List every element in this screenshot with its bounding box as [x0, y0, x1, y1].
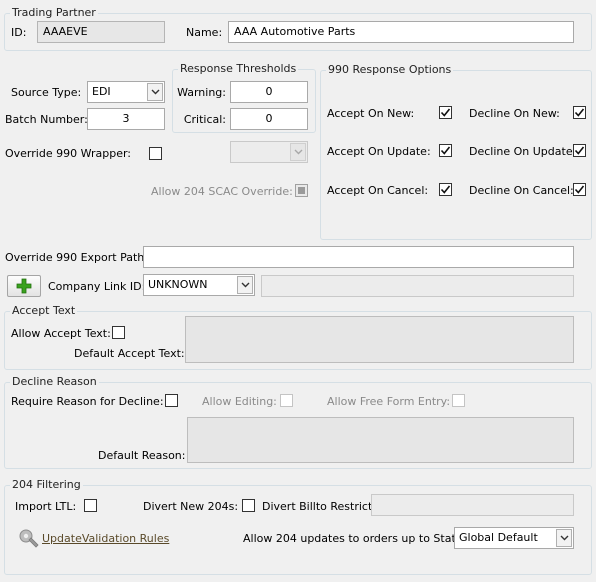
allow-updates-select[interactable]: Global Default — [454, 527, 574, 549]
require-reason-label: Require Reason for Decline: — [11, 395, 164, 408]
divert-billto-label: Divert Billto Restrict: — [262, 500, 376, 513]
decline-on-new-label: Decline On New: — [469, 107, 560, 120]
decline-reason-legend: Decline Reason — [10, 375, 99, 388]
name-label: Name: — [186, 26, 223, 39]
decline-on-update-label: Decline On Update: — [469, 145, 577, 158]
allow-accept-text-checkbox[interactable] — [112, 326, 125, 339]
import-ltl-label: Import LTL: — [15, 500, 77, 513]
company-link-detail-field — [261, 275, 574, 297]
critical-field[interactable]: 0 — [230, 108, 308, 130]
default-reason-area[interactable] — [187, 417, 574, 463]
source-type-label: Source Type: — [11, 86, 82, 99]
trading-partner-legend: Trading Partner — [10, 6, 98, 19]
allow-updates-value: Global Default — [459, 531, 538, 544]
decline-on-update-checkbox[interactable] — [573, 144, 586, 157]
batch-number-label: Batch Number: — [5, 113, 88, 126]
allow-free-form-checkbox[interactable] — [452, 394, 465, 407]
id-label: ID: — [11, 26, 27, 39]
accept-on-cancel-checkbox[interactable] — [439, 183, 452, 196]
plus-icon — [16, 278, 32, 294]
override-export-path-field[interactable] — [143, 246, 574, 268]
default-accept-text-label: Default Accept Text: — [74, 347, 185, 360]
company-link-label: Company Link ID: — [48, 280, 146, 293]
wrapper-select[interactable] — [230, 141, 308, 163]
divert-new-label: Divert New 204s: — [143, 500, 239, 513]
accept-on-new-checkbox[interactable] — [439, 106, 452, 119]
chevron-down-icon[interactable] — [290, 143, 306, 161]
id-field[interactable]: AAAEVE — [37, 21, 165, 43]
allow-editing-checkbox[interactable] — [280, 394, 293, 407]
accept-on-cancel-label: Accept On Cancel: — [327, 184, 429, 197]
allow-scac-checkbox[interactable] — [295, 184, 308, 197]
decline-on-new-checkbox[interactable] — [573, 106, 586, 119]
response-options-legend: 990 Response Options — [326, 63, 454, 76]
batch-number-field[interactable]: 3 — [87, 108, 165, 130]
source-type-select[interactable]: EDI — [87, 81, 165, 103]
allow-accept-text-label: Allow Accept Text: — [11, 327, 111, 340]
divert-billto-field[interactable] — [371, 494, 574, 516]
warning-label: Warning: — [177, 86, 226, 99]
chevron-down-icon[interactable] — [147, 83, 163, 101]
wrench-icon — [17, 527, 39, 552]
allow-updates-label: Allow 204 updates to orders up to Status… — [243, 532, 473, 545]
warning-field[interactable]: 0 — [230, 81, 308, 103]
response-thresholds-legend: Response Thresholds — [178, 62, 299, 75]
chevron-down-icon[interactable] — [556, 529, 572, 547]
accept-text-legend: Accept Text — [10, 304, 78, 317]
add-button[interactable] — [7, 275, 41, 297]
decline-on-cancel-label: Decline On Cancel: — [469, 184, 574, 197]
default-accept-text-area[interactable] — [185, 316, 574, 363]
allow-free-form-label: Allow Free Form Entry: — [327, 395, 451, 408]
company-link-select[interactable]: UNKNOWN — [143, 274, 255, 296]
override-wrapper-checkbox[interactable] — [149, 147, 162, 160]
accept-on-new-label: Accept On New: — [327, 107, 415, 120]
filtering-legend: 204 Filtering — [10, 478, 83, 491]
source-type-value: EDI — [92, 85, 111, 98]
accept-on-update-checkbox[interactable] — [439, 144, 452, 157]
name-field[interactable]: AAA Automotive Parts — [228, 21, 574, 43]
import-ltl-checkbox[interactable] — [84, 499, 97, 512]
allow-editing-label: Allow Editing: — [202, 395, 277, 408]
company-link-value: UNKNOWN — [148, 278, 208, 291]
accept-on-update-label: Accept On Update: — [327, 145, 431, 158]
override-export-path-label: Override 990 Export Path: — [5, 251, 148, 264]
critical-label: Critical: — [183, 113, 226, 126]
decline-on-cancel-checkbox[interactable] — [573, 183, 586, 196]
require-reason-checkbox[interactable] — [165, 394, 178, 407]
override-wrapper-label: Override 990 Wrapper: — [5, 147, 131, 160]
update-validation-rules-link[interactable]: UpdateValidation Rules — [42, 532, 169, 545]
divert-new-checkbox[interactable] — [242, 499, 255, 512]
chevron-down-icon[interactable] — [237, 276, 253, 294]
allow-scac-label: Allow 204 SCAC Override: — [151, 185, 293, 198]
default-reason-label: Default Reason: — [98, 449, 186, 462]
